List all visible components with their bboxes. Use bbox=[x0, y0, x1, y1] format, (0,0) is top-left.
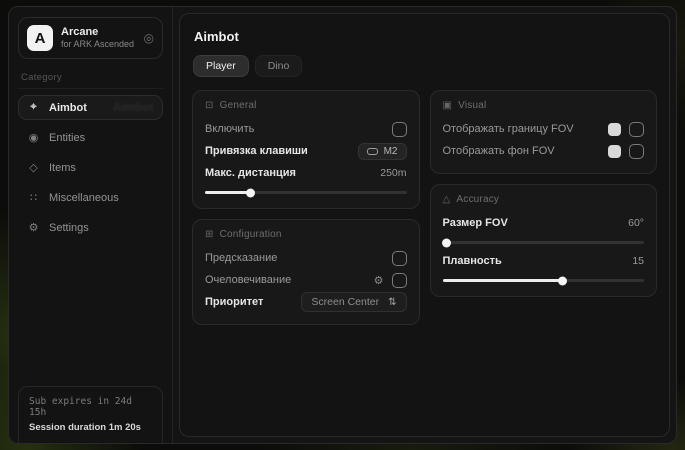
crosshair-icon: ⌖ bbox=[27, 101, 40, 114]
category-label: Category bbox=[21, 72, 160, 83]
general-icon: ⊡ bbox=[205, 100, 214, 111]
sidebar-item-miscellaneous[interactable]: ∷ Miscellaneous bbox=[18, 185, 163, 210]
keybind-value: M2 bbox=[384, 146, 398, 157]
visual-icon: ▣ bbox=[443, 100, 453, 111]
sidebar: A Arcane for ARK Ascended ◎ Category ⌖ A… bbox=[9, 7, 173, 443]
sidebar-item-label: Settings bbox=[49, 222, 89, 234]
sub-expires-text: Sub expires in 24d 15h bbox=[29, 396, 152, 418]
sidebar-item-items[interactable]: ◇ Items bbox=[18, 155, 163, 180]
app-name: Arcane bbox=[61, 26, 134, 40]
gear-icon: ⚙ bbox=[27, 221, 40, 234]
fov-bg-color-swatch[interactable] bbox=[608, 145, 621, 158]
dropdown-icon: ⇅ bbox=[388, 297, 396, 308]
fov-border-color-swatch[interactable] bbox=[608, 123, 621, 136]
max-distance-value: 250m bbox=[380, 167, 406, 179]
sidebar-nav: ⌖ Aimbot Aimbot ◉ Entities ◇ Items ∷ Mis… bbox=[18, 95, 163, 240]
panel-title: Accuracy bbox=[456, 194, 499, 205]
target-icon[interactable]: ◎ bbox=[144, 31, 154, 45]
slider-thumb[interactable] bbox=[442, 238, 451, 247]
fov-size-value: 60° bbox=[628, 217, 644, 229]
slider-thumb[interactable] bbox=[558, 276, 567, 285]
divider bbox=[18, 88, 163, 89]
fov-bg-label: Отображать фон FOV bbox=[443, 145, 555, 157]
keybind-label: Привязка клавиши bbox=[205, 145, 308, 157]
smoothness-slider[interactable] bbox=[443, 279, 645, 282]
fov-border-label: Отображать границу FOV bbox=[443, 123, 574, 135]
humanization-checkbox[interactable] bbox=[392, 273, 407, 288]
grid-icon: ∷ bbox=[27, 191, 40, 204]
prediction-checkbox[interactable] bbox=[392, 251, 407, 266]
panel-title: Configuration bbox=[220, 229, 282, 240]
sidebar-item-label: Miscellaneous bbox=[49, 192, 119, 204]
smoothness-label: Плавность bbox=[443, 255, 502, 267]
app-window: A Arcane for ARK Ascended ◎ Category ⌖ A… bbox=[8, 6, 677, 444]
sidebar-item-aimbot[interactable]: ⌖ Aimbot Aimbot bbox=[18, 95, 163, 120]
session-duration-text: Session duration 1m 20s bbox=[29, 422, 152, 433]
fov-size-label: Размер FOV bbox=[443, 217, 508, 229]
app-subtitle: for ARK Ascended bbox=[61, 39, 134, 50]
visual-panel: ▣ Visual Отображать границу FOV Отобража… bbox=[430, 90, 658, 174]
general-panel: ⊡ General Включить Привязка клавиши M2 bbox=[192, 90, 420, 209]
panel-title: General bbox=[220, 100, 257, 111]
enable-label: Включить bbox=[205, 123, 254, 135]
configuration-panel: ⊞ Configuration Предсказание Очеловечива… bbox=[192, 219, 420, 325]
tab-player[interactable]: Player bbox=[193, 55, 249, 77]
sidebar-item-settings[interactable]: ⚙ Settings bbox=[18, 215, 163, 240]
app-logo: A bbox=[27, 25, 53, 51]
slider-thumb[interactable] bbox=[246, 188, 255, 197]
humanization-settings-icon[interactable]: ⚙ bbox=[374, 274, 384, 287]
sidebar-item-label: Items bbox=[49, 162, 76, 174]
humanization-label: Очеловечивание bbox=[205, 274, 291, 286]
aimbot-watermark: Aimbot bbox=[113, 100, 154, 114]
priority-dropdown[interactable]: Screen Center ⇅ bbox=[301, 292, 406, 312]
max-distance-label: Макс. дистанция bbox=[205, 167, 296, 179]
smoothness-value: 15 bbox=[632, 255, 644, 267]
sidebar-item-label: Aimbot bbox=[49, 102, 87, 114]
accuracy-icon: △ bbox=[443, 194, 451, 205]
tab-bar: Player Dino bbox=[193, 55, 657, 77]
fov-size-slider[interactable] bbox=[443, 241, 645, 244]
entities-icon: ◉ bbox=[27, 131, 40, 144]
sidebar-item-label: Entities bbox=[49, 132, 85, 144]
configuration-icon: ⊞ bbox=[205, 229, 214, 240]
mouse-icon bbox=[367, 148, 378, 155]
keybind-button[interactable]: M2 bbox=[358, 143, 407, 160]
max-distance-slider[interactable] bbox=[205, 191, 407, 194]
logo-box: A Arcane for ARK Ascended ◎ bbox=[18, 17, 163, 59]
priority-value: Screen Center bbox=[311, 296, 379, 308]
prediction-label: Предсказание bbox=[205, 252, 277, 264]
fov-bg-checkbox[interactable] bbox=[629, 144, 644, 159]
main-panel: Aimbot Player Dino ⊡ General Включить bbox=[179, 13, 670, 437]
subscription-info: Sub expires in 24d 15h Session duration … bbox=[18, 386, 163, 443]
tab-dino[interactable]: Dino bbox=[255, 55, 303, 77]
panel-title: Visual bbox=[458, 100, 486, 111]
enable-checkbox[interactable] bbox=[392, 122, 407, 137]
fov-border-checkbox[interactable] bbox=[629, 122, 644, 137]
sidebar-item-entities[interactable]: ◉ Entities bbox=[18, 125, 163, 150]
page-title: Aimbot bbox=[194, 29, 657, 44]
priority-label: Приоритет bbox=[205, 296, 263, 308]
accuracy-panel: △ Accuracy Размер FOV 60° Плавность bbox=[430, 184, 658, 297]
box-icon: ◇ bbox=[27, 161, 40, 174]
